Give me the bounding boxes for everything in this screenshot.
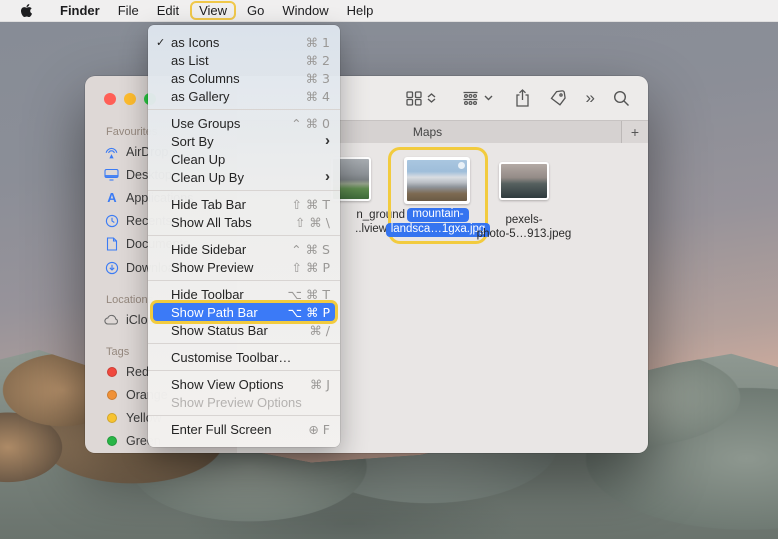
menu-item-hide-toolbar[interactable]: Hide Toolbar ⌥ ⌘ T [148, 285, 340, 303]
menu-item-sort-by[interactable]: Sort By › [148, 132, 340, 150]
menubar-item-view[interactable]: View [190, 1, 236, 20]
menu-bar: Finder File Edit View Go Window Help [0, 0, 778, 22]
share-icon [515, 89, 530, 107]
desktop-icon [103, 167, 120, 183]
minimize-button[interactable] [124, 93, 136, 105]
chevrons-right-icon: » [586, 88, 594, 108]
menu-item-clean-up-by[interactable]: Clean Up By › [148, 168, 340, 186]
tag-icon [550, 90, 567, 106]
submenu-arrow-icon: › [325, 136, 330, 146]
menu-item-show-preview-options: Show Preview Options [148, 393, 340, 411]
svg-text:A: A [107, 191, 117, 204]
menu-separator [148, 235, 340, 236]
tag-dot-green-icon [103, 433, 120, 449]
menu-item-use-groups[interactable]: Use Groups ⌃ ⌘ 0 [148, 114, 340, 132]
apple-logo-icon [20, 3, 33, 18]
airdrop-icon [103, 144, 120, 160]
menu-item-as-list[interactable]: as List ⌘ 2 [148, 51, 340, 69]
menu-separator [148, 280, 340, 281]
menu-item-as-columns[interactable]: as Columns ⌘ 3 [148, 69, 340, 87]
menubar-item-finder[interactable]: Finder [51, 2, 109, 19]
menu-separator [148, 415, 340, 416]
icloud-status-icon [458, 162, 465, 169]
icon-grid-view [406, 91, 423, 106]
close-button[interactable] [104, 93, 116, 105]
view-menu-dropdown: ✓ as Icons ⌘ 1 as List ⌘ 2 as Columns ⌘ … [148, 25, 340, 447]
apple-menu[interactable] [20, 3, 33, 18]
menu-item-show-path-bar[interactable]: Show Path Bar ⌥ ⌘ P [153, 303, 335, 321]
menu-item-as-icons[interactable]: ✓ as Icons ⌘ 1 [148, 33, 340, 51]
view-style-button[interactable] [406, 91, 436, 106]
menu-separator [148, 370, 340, 371]
sidebar-item-label: Red [126, 365, 149, 379]
menubar-item-go[interactable]: Go [238, 2, 273, 19]
file-thumbnail-selected[interactable] [404, 157, 470, 204]
menu-item-hide-sidebar[interactable]: Hide Sidebar ⌃ ⌘ S [148, 240, 340, 258]
document-icon [103, 236, 120, 252]
menu-item-show-all-tabs[interactable]: Show All Tabs ⇧ ⌘ \ [148, 213, 340, 231]
share-button[interactable] [515, 89, 530, 107]
search-icon [613, 90, 630, 107]
download-icon [103, 260, 120, 276]
menu-item-show-preview[interactable]: Show Preview ⇧ ⌘ P [148, 258, 340, 276]
menu-item-show-status-bar[interactable]: Show Status Bar ⌘ / [148, 321, 340, 339]
menubar-item-edit[interactable]: Edit [148, 2, 188, 19]
tag-dot-yellow-icon [103, 410, 120, 426]
menu-item-as-gallery[interactable]: as Gallery ⌘ 4 [148, 87, 340, 105]
submenu-arrow-icon: › [325, 172, 330, 182]
tag-dot-orange-icon [103, 387, 120, 403]
menu-separator [148, 343, 340, 344]
search-button[interactable] [613, 90, 630, 107]
icon-group-by [462, 91, 479, 106]
menu-item-show-view-options[interactable]: Show View Options ⌘ J [148, 375, 340, 393]
more-toolbar-items-button[interactable]: » [586, 88, 594, 108]
file-image [407, 160, 467, 201]
menu-item-hide-tab-bar[interactable]: Hide Tab Bar ⇧ ⌘ T [148, 195, 340, 213]
checkmark-icon: ✓ [156, 36, 171, 49]
chevron-down-icon [484, 95, 493, 101]
file-thumbnail[interactable] [499, 162, 549, 200]
group-by-button[interactable] [462, 91, 493, 106]
tag-dot-red-icon [103, 364, 120, 380]
menu-item-clean-up[interactable]: Clean Up [148, 150, 340, 168]
applications-icon: A [103, 190, 120, 206]
tab-maps[interactable]: Maps [413, 125, 442, 139]
file-name[interactable]: pexels- photo-5…913.jpeg [469, 213, 579, 241]
menubar-item-window[interactable]: Window [273, 2, 337, 19]
clock-icon [103, 213, 120, 229]
chevron-up-down-icon [427, 93, 436, 103]
menu-item-enter-full-screen[interactable]: Enter Full Screen ⊕ F [148, 420, 340, 438]
menu-separator [148, 109, 340, 110]
menubar-item-help[interactable]: Help [338, 2, 383, 19]
file-image [501, 164, 547, 198]
cloud-icon [103, 312, 120, 328]
tags-button[interactable] [550, 90, 567, 106]
menu-separator [148, 190, 340, 191]
new-tab-button[interactable]: + [621, 121, 648, 143]
menu-item-customise-toolbar[interactable]: Customise Toolbar… [148, 348, 340, 366]
menubar-item-file[interactable]: File [109, 2, 148, 19]
desktop: Favourites AirDrop Desktop A [0, 0, 778, 539]
